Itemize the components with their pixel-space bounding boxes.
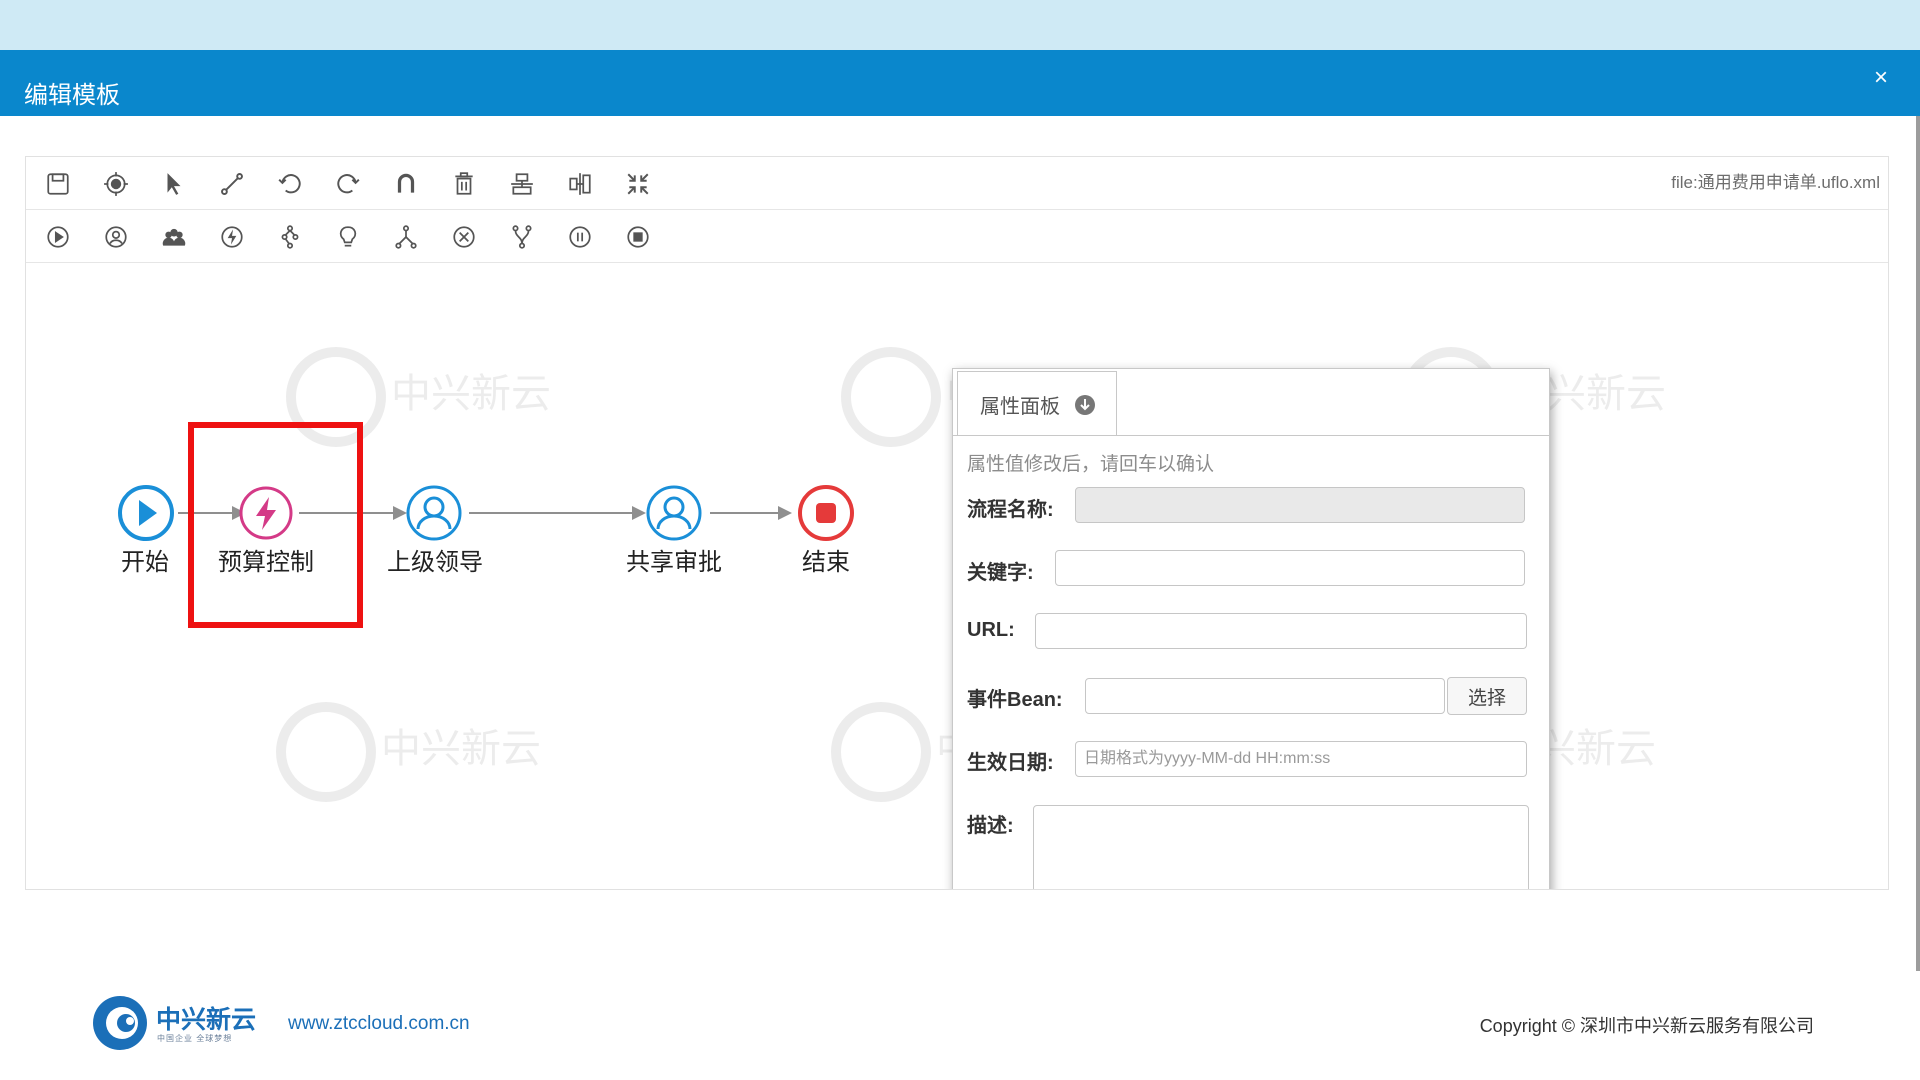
undo-icon[interactable] [275, 169, 305, 199]
brand-name: 中兴新云 [156, 1006, 257, 1034]
tab-property-panel[interactable]: 属性面板 [957, 371, 1117, 436]
magnet-icon[interactable] [391, 169, 421, 199]
flow-node-end[interactable] [796, 483, 856, 543]
user-task-icon[interactable] [101, 222, 131, 252]
keyword-input[interactable] [1055, 550, 1525, 586]
toolbar-row-edit: file:通用费用申请单.uflo.xml [26, 157, 1888, 210]
group-task-icon[interactable] [159, 222, 189, 252]
select-bean-button[interactable]: 选择 [1447, 677, 1527, 715]
join-node-icon[interactable] [391, 222, 421, 252]
flow-arrowhead [778, 506, 792, 520]
dialog-title-bar: 编辑模板 × [0, 50, 1920, 116]
flow-connector[interactable] [710, 512, 778, 514]
event-bean-label: 事件Bean: [967, 689, 1063, 711]
redo-icon[interactable] [333, 169, 363, 199]
play-icon [118, 485, 174, 541]
flow-designer-canvas[interactable]: file:通用费用申请单.uflo.xml 中兴新云 中兴新云 中兴新云 中兴新… [25, 156, 1889, 890]
keyword-label: 关键字: [967, 562, 1034, 584]
close-icon[interactable]: × [1874, 64, 1888, 92]
flow-node-shared-approval[interactable] [644, 483, 704, 543]
pause-node-icon[interactable] [565, 222, 595, 252]
panel-hint: 属性值修改后，请回车以确认 [967, 454, 1215, 475]
cloud-logo-icon [93, 996, 147, 1050]
highlight-box [188, 422, 363, 628]
flow-connector[interactable] [469, 512, 632, 514]
subflow-node-icon[interactable] [507, 222, 537, 252]
arrow-down-circle-icon[interactable] [1074, 394, 1096, 416]
dialog-title: 编辑模板 [24, 82, 120, 109]
url-label: URL: [967, 619, 1015, 641]
watermark-logo: 中兴新云 [271, 692, 571, 812]
delete-icon[interactable] [449, 169, 479, 199]
toolbar-row-nodes [26, 210, 1888, 263]
action-node-icon[interactable] [217, 222, 247, 252]
user-icon [646, 485, 702, 541]
cancel-node-icon[interactable] [449, 222, 479, 252]
flow-node-label: 开始 [121, 549, 169, 576]
user-icon [406, 485, 462, 541]
flow-node-supervisor[interactable] [404, 483, 464, 543]
tab-label: 属性面板 [980, 396, 1060, 418]
property-panel: 属性面板 属性值修改后，请回车以确认 流程名称: 关键字: URL: 事件Bea… [952, 368, 1550, 889]
start-node-icon[interactable] [43, 222, 73, 252]
effective-date-label: 生效日期: [967, 752, 1054, 774]
description-textarea[interactable] [1033, 805, 1529, 889]
align-vertical-icon[interactable] [507, 169, 537, 199]
watermark-text: 中兴新云 [381, 726, 541, 772]
vertical-scrollbar[interactable] [1916, 116, 1920, 971]
target-icon[interactable] [101, 169, 131, 199]
description-label: 描述: [967, 815, 1014, 837]
effective-date-input[interactable] [1075, 741, 1527, 777]
end-node-icon[interactable] [623, 222, 653, 252]
connector-icon[interactable] [217, 169, 247, 199]
flow-node-label: 共享审批 [626, 549, 722, 576]
process-name-input[interactable] [1075, 487, 1525, 523]
fork-node-icon[interactable] [275, 222, 305, 252]
file-name-label: file:通用费用申请单.uflo.xml [1671, 173, 1880, 192]
copyright-text: Copyright © 深圳市中兴新云服务有限公司 [1479, 1016, 1814, 1036]
brand-slogan: 中国企业 全球梦想 [157, 1034, 233, 1043]
panel-divider [953, 435, 1549, 436]
decision-node-icon[interactable] [333, 222, 363, 252]
compress-icon[interactable] [623, 169, 653, 199]
watermark-text: 中兴新云 [391, 371, 551, 417]
url-input[interactable] [1035, 613, 1527, 649]
website-link[interactable]: www.ztccloud.com.cn [288, 1013, 470, 1035]
event-bean-input[interactable] [1085, 678, 1445, 714]
top-band [0, 0, 1920, 50]
flow-node-start[interactable] [116, 483, 176, 543]
flow-node-label: 结束 [802, 549, 850, 576]
pointer-icon[interactable] [159, 169, 189, 199]
flow-node-label: 上级领导 [387, 549, 483, 576]
brand-logo [90, 993, 150, 1058]
align-horizontal-icon[interactable] [565, 169, 595, 199]
process-name-label: 流程名称: [967, 499, 1054, 521]
save-icon[interactable] [43, 169, 73, 199]
stop-icon [798, 485, 854, 541]
